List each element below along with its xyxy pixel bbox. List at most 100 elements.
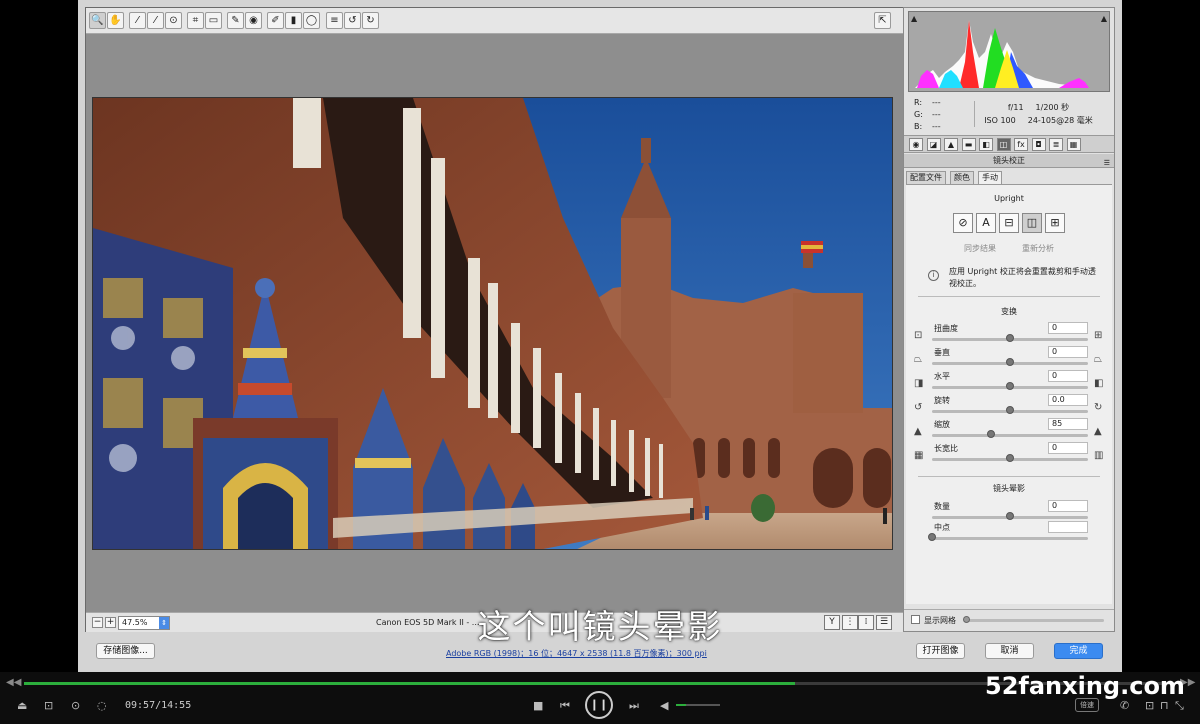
histogram: ▲ ▲ bbox=[908, 11, 1110, 92]
panel-tab-6[interactable]: fx bbox=[1014, 138, 1028, 151]
slider-row-transform-4: 缩放 85 ▲ ▲ bbox=[906, 418, 1112, 443]
clipping-warning-highlights-icon[interactable]: ▲ bbox=[1101, 14, 1107, 23]
photo-preview[interactable] bbox=[92, 97, 893, 550]
slider-value-input[interactable]: 0 bbox=[1048, 442, 1088, 454]
slider-knob[interactable] bbox=[1006, 382, 1014, 390]
player-left-icon-0[interactable]: ⏏ bbox=[17, 699, 27, 712]
spot-removal-tool[interactable]: ✎ bbox=[227, 12, 244, 29]
previous-icon[interactable]: ⏮ bbox=[560, 699, 570, 713]
rotate-left-tool[interactable]: ↺ bbox=[344, 12, 361, 29]
iso-value: ISO 100 bbox=[984, 116, 1016, 125]
volume-slider[interactable] bbox=[676, 704, 720, 706]
preview-area: 🔍 ✋ ⁄ ⁄ ⊙ ⌗ ▭ ✎ ◉ ✐ ▮ ◯ ≡ ↺ ↻ ⇱ − + 47.5… bbox=[85, 7, 976, 632]
slider-knob[interactable] bbox=[1006, 406, 1014, 414]
rotate-right-tool[interactable]: ↻ bbox=[362, 12, 379, 29]
slider-value-input[interactable]: 0 bbox=[1048, 322, 1088, 334]
upright-button-4[interactable]: ⊞ bbox=[1045, 213, 1065, 233]
straighten-tool[interactable]: ▭ bbox=[205, 12, 222, 29]
spot-removal-icon: ✎ bbox=[231, 14, 240, 26]
upright-button-3[interactable]: ◫ bbox=[1022, 213, 1042, 233]
slider-track[interactable] bbox=[932, 434, 1088, 437]
slider-knob[interactable] bbox=[1006, 358, 1014, 366]
video-subtitle: 这个叫镜头晕影 bbox=[477, 607, 723, 646]
slider-left-icon: ▦ bbox=[914, 450, 924, 461]
slider-right-icon: ▥ bbox=[1094, 450, 1104, 461]
slider-knob[interactable] bbox=[1006, 454, 1014, 462]
player-right-icon-3[interactable]: ⤡ bbox=[1175, 699, 1184, 713]
upright-title: Upright bbox=[994, 194, 1024, 203]
subtab-profile[interactable]: 配置文件 bbox=[906, 171, 946, 184]
panel-tab-bar: ◉ ◪ ▲ ▬ ◧ ◫ fx ◘ ≣ ▦ bbox=[904, 135, 1114, 153]
slider-track[interactable] bbox=[932, 537, 1088, 540]
hand-tool[interactable]: ✋ bbox=[107, 12, 124, 29]
player-left-icon-1[interactable]: ⊡ bbox=[44, 699, 53, 712]
slider-row-transform-2: 水平 0 ◨ ◧ bbox=[906, 370, 1112, 395]
crop-tool[interactable]: ⌗ bbox=[187, 12, 204, 29]
progress-rewind-icon[interactable]: ◀◀ bbox=[6, 677, 21, 688]
player-right-icon-0[interactable]: ✆ bbox=[1120, 699, 1129, 712]
targeted-adjustment-tool[interactable]: ⊙ bbox=[165, 12, 182, 29]
radial-filter-icon: ◯ bbox=[305, 14, 318, 26]
panel-tab-1[interactable]: ◪ bbox=[926, 138, 941, 151]
white-balance-tool[interactable]: ⁄ bbox=[129, 12, 146, 29]
transform-title: 变换 bbox=[1001, 307, 1017, 316]
slider-value-input[interactable]: 0 bbox=[1048, 346, 1088, 358]
slider-right-icon: ▲ bbox=[1094, 426, 1102, 437]
slider-row-vignette-1: 中点 bbox=[906, 521, 1112, 546]
speed-button[interactable]: 倍速 bbox=[1075, 698, 1099, 712]
panel-tab-9[interactable]: ▦ bbox=[1066, 138, 1081, 151]
slider-label: 中点 bbox=[934, 523, 950, 532]
graduated-filter-tool[interactable]: ▮ bbox=[285, 12, 302, 29]
player-right-icon-2[interactable]: ⊓ bbox=[1160, 699, 1169, 712]
slider-label: 垂直 bbox=[934, 348, 950, 357]
player-left-icon-3[interactable]: ◌ bbox=[97, 699, 107, 712]
panel-tab-5[interactable]: ◫ bbox=[996, 138, 1011, 151]
panel-menu-icon[interactable]: ☰ bbox=[1104, 156, 1110, 170]
divider bbox=[918, 476, 1100, 477]
slider-value-input[interactable]: 0 bbox=[1048, 370, 1088, 382]
lens-value: 24-105@28 毫米 bbox=[1027, 116, 1093, 125]
upright-button-1[interactable]: A bbox=[976, 213, 996, 233]
panel-tab-7[interactable]: ◘ bbox=[1031, 138, 1046, 151]
panel-tab-0[interactable]: ◉ bbox=[909, 138, 923, 151]
next-icon[interactable]: ⏭ bbox=[629, 699, 639, 713]
panel-tab-4[interactable]: ◧ bbox=[979, 138, 993, 151]
pause-button[interactable]: ❙❙ bbox=[585, 691, 613, 719]
preferences-tool[interactable]: ≡ bbox=[326, 12, 343, 29]
radial-filter-tool[interactable]: ◯ bbox=[303, 12, 320, 29]
list-icon: ≡ bbox=[330, 14, 339, 26]
reanalyze-link[interactable]: 重新分析 bbox=[1022, 243, 1054, 254]
slider-value-input[interactable]: 85 bbox=[1048, 418, 1088, 430]
player-left-icon-2[interactable]: ⊙ bbox=[71, 699, 80, 712]
slider-value-input[interactable]: 0 bbox=[1048, 500, 1088, 512]
slider-knob[interactable] bbox=[1006, 512, 1014, 520]
fullscreen-button[interactable]: ⇱ bbox=[874, 12, 891, 29]
panel-tab-3[interactable]: ▬ bbox=[961, 138, 976, 151]
panel-tab-2[interactable]: ▲ bbox=[944, 138, 958, 151]
volume-icon[interactable]: ◀ bbox=[660, 699, 668, 712]
sync-results-link[interactable]: 同步结果 bbox=[964, 243, 996, 254]
zoom-tool[interactable]: 🔍 bbox=[89, 12, 106, 29]
subtab-color[interactable]: 颜色 bbox=[950, 171, 974, 184]
clipping-warning-shadows-icon[interactable]: ▲ bbox=[911, 14, 917, 23]
subtab-manual[interactable]: 手动 bbox=[978, 171, 1002, 184]
slider-knob[interactable] bbox=[1006, 334, 1014, 342]
slider-left-icon: ⏢ bbox=[914, 354, 922, 365]
player-right-icon-1[interactable]: ⊡ bbox=[1145, 699, 1154, 712]
color-sampler-tool[interactable]: ⁄ bbox=[147, 12, 164, 29]
workflow-options-link[interactable]: Adobe RGB (1998)；16 位；4647 x 2538 (11.8 … bbox=[446, 648, 707, 659]
slider-knob[interactable] bbox=[928, 533, 936, 541]
stop-icon[interactable]: ■ bbox=[533, 699, 543, 712]
slider-value-input[interactable]: 0.0 bbox=[1048, 394, 1088, 406]
red-eye-icon: ◉ bbox=[249, 14, 258, 26]
adjustment-brush-tool[interactable]: ✐ bbox=[267, 12, 284, 29]
panel-tab-8[interactable]: ≣ bbox=[1049, 138, 1063, 151]
b-label: B: bbox=[914, 122, 923, 131]
hand-icon: ✋ bbox=[109, 14, 122, 26]
slider-row-transform-3: 旋转 0.0 ↺ ↻ bbox=[906, 394, 1112, 419]
red-eye-tool[interactable]: ◉ bbox=[245, 12, 262, 29]
upright-button-0[interactable]: ⊘ bbox=[953, 213, 973, 233]
photo-image bbox=[93, 98, 892, 549]
slider-value-input[interactable] bbox=[1048, 521, 1088, 533]
upright-button-2[interactable]: ⊟ bbox=[999, 213, 1019, 233]
